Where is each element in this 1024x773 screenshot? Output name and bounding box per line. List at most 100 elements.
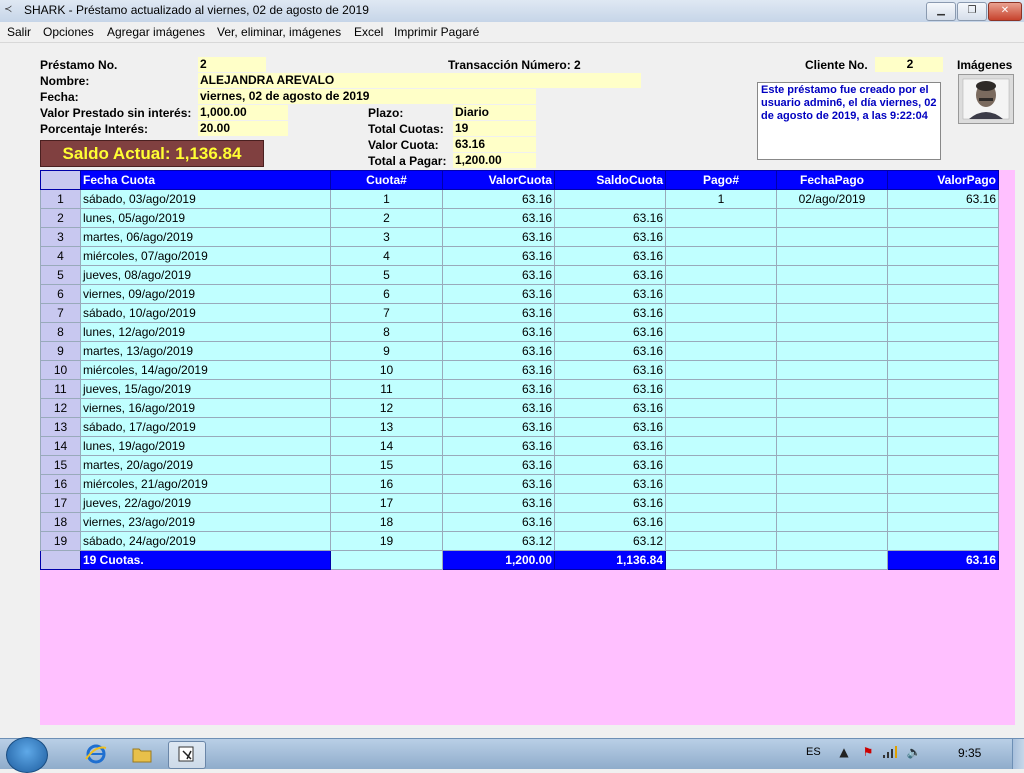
action-center-icon[interactable]: ⚑	[860, 745, 876, 761]
table-cell[interactable]: 63.16	[442, 265, 555, 285]
table-row[interactable]: 9 martes, 13/ago/2019 9 63.16 63.16	[40, 341, 999, 361]
table-cell[interactable]	[776, 265, 888, 285]
table-cell[interactable]: jueves, 22/ago/2019	[80, 493, 331, 513]
table-row[interactable]: 11 jueves, 15/ago/2019 11 63.16 63.16	[40, 379, 999, 399]
table-row[interactable]: 2 lunes, 05/ago/2019 2 63.16 63.16	[40, 208, 999, 228]
table-cell[interactable]	[665, 455, 777, 475]
table-cell[interactable]: 63.16	[554, 474, 666, 494]
table-cell[interactable]: 63.16	[554, 303, 666, 323]
table-cell[interactable]	[665, 284, 777, 304]
table-cell[interactable]	[776, 246, 888, 266]
table-cell[interactable]: 63.16	[554, 512, 666, 532]
table-row[interactable]: 12 viernes, 16/ago/2019 12 63.16 63.16	[40, 398, 999, 418]
table-row[interactable]: 14 lunes, 19/ago/2019 14 63.16 63.16	[40, 436, 999, 456]
table-cell[interactable]	[776, 208, 888, 228]
table-cell[interactable]: jueves, 15/ago/2019	[80, 379, 331, 399]
table-cell[interactable]: 12	[330, 398, 443, 418]
table-cell[interactable]	[665, 398, 777, 418]
maximize-button[interactable]: ❐	[957, 2, 987, 21]
table-cell[interactable]: 17	[330, 493, 443, 513]
table-cell[interactable]	[776, 322, 888, 342]
table-row[interactable]: 4 miércoles, 07/ago/2019 4 63.16 63.16	[40, 246, 999, 266]
table-cell[interactable]: 63.16	[554, 265, 666, 285]
table-cell[interactable]: 63.16	[554, 417, 666, 437]
table-cell[interactable]: 63.16	[442, 284, 555, 304]
table-cell[interactable]	[665, 303, 777, 323]
table-cell[interactable]: 63.16	[554, 227, 666, 247]
client-photo[interactable]	[958, 74, 1014, 124]
menu-item-excel[interactable]: Excel	[354, 25, 383, 39]
table-cell[interactable]	[887, 341, 999, 361]
table-cell[interactable]: 1	[330, 189, 443, 209]
table-cell[interactable]: 63.16	[554, 246, 666, 266]
volume-icon[interactable]: 🔈	[906, 745, 922, 761]
table-cell[interactable]: 9	[330, 341, 443, 361]
table-cell[interactable]	[776, 341, 888, 361]
table-cell[interactable]	[887, 360, 999, 380]
table-cell[interactable]: 63.16	[554, 341, 666, 361]
table-row[interactable]: 10 miércoles, 14/ago/2019 10 63.16 63.16	[40, 360, 999, 380]
row-number[interactable]: 16	[40, 474, 81, 494]
table-cell[interactable]	[665, 246, 777, 266]
table-cell[interactable]: 63.16	[554, 322, 666, 342]
row-number[interactable]: 19	[40, 531, 81, 551]
table-cell[interactable]	[887, 227, 999, 247]
table-cell[interactable]	[887, 474, 999, 494]
table-cell[interactable]: 63.16	[442, 512, 555, 532]
table-cell[interactable]	[887, 398, 999, 418]
table-cell[interactable]: 63.16	[554, 360, 666, 380]
row-number[interactable]: 17	[40, 493, 81, 513]
table-cell[interactable]	[887, 455, 999, 475]
table-cell[interactable]: 63.16	[442, 303, 555, 323]
table-cell[interactable]	[776, 417, 888, 437]
row-number[interactable]: 15	[40, 455, 81, 475]
table-row[interactable]: 8 lunes, 12/ago/2019 8 63.16 63.16	[40, 322, 999, 342]
table-cell[interactable]	[665, 417, 777, 437]
table-cell[interactable]	[887, 436, 999, 456]
table-cell[interactable]: 63.16	[554, 436, 666, 456]
row-number[interactable]: 14	[40, 436, 81, 456]
table-cell[interactable]: 18	[330, 512, 443, 532]
col-valor-cuota[interactable]: ValorCuota	[442, 170, 555, 190]
table-cell[interactable]	[665, 493, 777, 513]
table-cell[interactable]: 63.16	[554, 208, 666, 228]
table-cell[interactable]: 63.16	[442, 398, 555, 418]
table-row[interactable]: 13 sábado, 17/ago/2019 13 63.16 63.16	[40, 417, 999, 437]
table-cell[interactable]	[665, 322, 777, 342]
row-number[interactable]: 12	[40, 398, 81, 418]
row-number[interactable]: 4	[40, 246, 81, 266]
row-number[interactable]: 5	[40, 265, 81, 285]
table-cell[interactable]: 63.16	[442, 474, 555, 494]
table-cell[interactable]: 14	[330, 436, 443, 456]
table-cell[interactable]	[665, 208, 777, 228]
table-cell[interactable]: viernes, 09/ago/2019	[80, 284, 331, 304]
row-number[interactable]: 1	[40, 189, 81, 209]
table-cell[interactable]: 6	[330, 284, 443, 304]
internet-explorer-icon[interactable]	[78, 741, 114, 767]
shark-app-icon[interactable]	[168, 741, 206, 769]
table-cell[interactable]: 7	[330, 303, 443, 323]
table-cell[interactable]: sábado, 17/ago/2019	[80, 417, 331, 437]
table-cell[interactable]: 63.16	[442, 493, 555, 513]
table-cell[interactable]	[554, 189, 666, 209]
row-number[interactable]: 13	[40, 417, 81, 437]
table-cell[interactable]: 10	[330, 360, 443, 380]
table-cell[interactable]: jueves, 08/ago/2019	[80, 265, 331, 285]
table-row[interactable]: 19 sábado, 24/ago/2019 19 63.12 63.12	[40, 531, 999, 551]
table-row[interactable]: 3 martes, 06/ago/2019 3 63.16 63.16	[40, 227, 999, 247]
table-cell[interactable]	[887, 379, 999, 399]
row-number[interactable]: 10	[40, 360, 81, 380]
row-number[interactable]: 7	[40, 303, 81, 323]
show-desktop-button[interactable]	[1012, 739, 1024, 769]
table-cell[interactable]: 63.12	[442, 531, 555, 551]
table-cell[interactable]: miércoles, 07/ago/2019	[80, 246, 331, 266]
table-cell[interactable]: 4	[330, 246, 443, 266]
col-pago-num[interactable]: Pago#	[665, 170, 777, 190]
menu-item-ver-eliminar-imagenes[interactable]: Ver, eliminar, imágenes	[217, 25, 341, 39]
table-cell[interactable]	[665, 379, 777, 399]
table-cell[interactable]: miércoles, 21/ago/2019	[80, 474, 331, 494]
table-cell[interactable]: 2	[330, 208, 443, 228]
table-cell[interactable]: martes, 13/ago/2019	[80, 341, 331, 361]
table-cell[interactable]: 1	[665, 189, 777, 209]
table-cell[interactable]: 13	[330, 417, 443, 437]
